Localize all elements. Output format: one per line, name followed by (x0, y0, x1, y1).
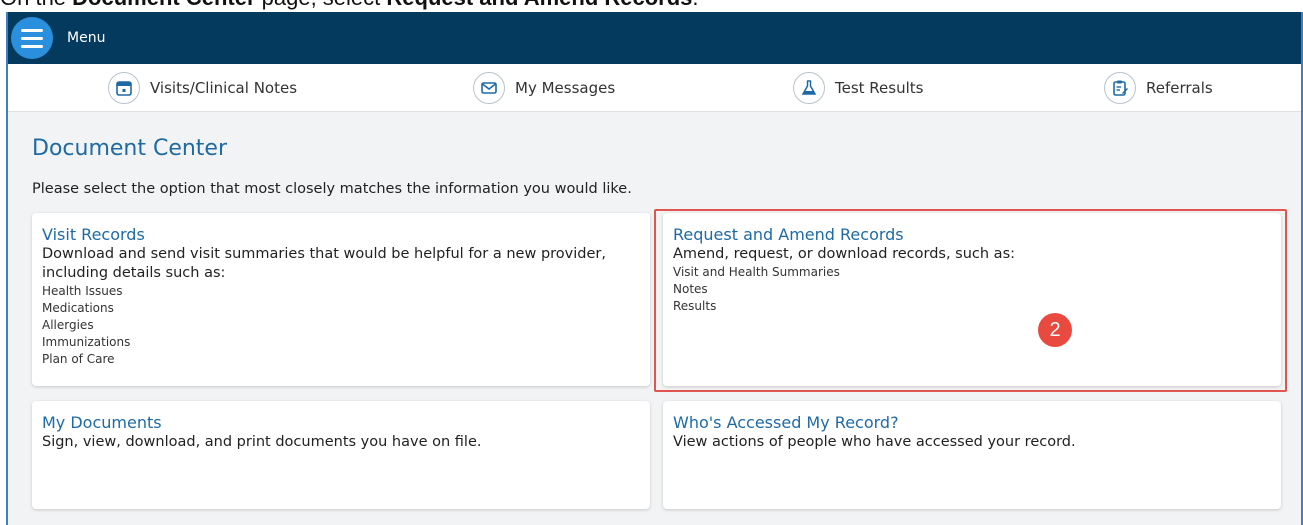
whos-accessed-card[interactable]: Who's Accessed My Record? View actions o… (663, 401, 1281, 509)
caption-suffix: . (692, 0, 698, 10)
caption-bold-option: Request and Amend Records (386, 0, 692, 10)
whos-accessed-desc: View actions of people who have accessed… (673, 434, 1076, 450)
quicknav-test-results-label: Test Results (835, 79, 924, 97)
quick-nav-bar: Visits/Clinical Notes My Messages Test R… (8, 64, 1301, 112)
quicknav-test-results[interactable]: Test Results (793, 64, 923, 112)
quicknav-visits[interactable]: Visits/Clinical Notes (108, 64, 297, 112)
quicknav-referrals-label: Referrals (1146, 79, 1213, 97)
page-instruction: Please select the option that most close… (32, 181, 632, 197)
hamburger-icon-line (21, 36, 43, 40)
quicknav-visits-label: Visits/Clinical Notes (150, 79, 298, 97)
my-documents-desc: Sign, view, download, and print document… (42, 434, 482, 450)
calendar-icon (108, 72, 140, 104)
list-item: Immunizations (42, 335, 131, 349)
caption-bold-page: Document Center (72, 0, 255, 10)
hamburger-icon-line (21, 28, 43, 32)
top-header: Menu (8, 12, 1301, 64)
visit-records-title[interactable]: Visit Records (42, 225, 640, 245)
menu-label[interactable]: Menu (67, 30, 105, 46)
my-documents-title[interactable]: My Documents (42, 413, 640, 433)
visit-records-card[interactable]: Visit Records Download and send visit su… (32, 213, 650, 386)
instruction-caption: On the Document Center page, select Requ… (0, 0, 699, 9)
caption-middle: page, select (256, 0, 387, 10)
list-item: Health Issues (42, 284, 123, 298)
highlight-box (654, 209, 1287, 392)
quicknav-messages-label: My Messages (515, 79, 616, 97)
envelope-icon (473, 72, 505, 104)
list-item: Allergies (42, 318, 94, 332)
page-title: Document Center (32, 136, 228, 161)
whos-accessed-title[interactable]: Who's Accessed My Record? (673, 413, 1271, 433)
hamburger-menu-button[interactable] (11, 17, 53, 59)
list-item: Plan of Care (42, 352, 115, 366)
quicknav-referrals[interactable]: Referrals (1104, 64, 1213, 112)
visit-records-list: Health Issues Medications Allergies Immu… (42, 283, 640, 368)
flask-icon (793, 72, 825, 104)
caption-prefix: On the (0, 0, 72, 10)
app-frame: Menu Visits/Clinical Notes My Messages T… (6, 12, 1303, 525)
my-documents-card[interactable]: My Documents Sign, view, download, and p… (32, 401, 650, 509)
step-number-badge: 2 (1038, 313, 1072, 347)
quicknav-messages[interactable]: My Messages (473, 64, 615, 112)
clipboard-icon (1104, 72, 1136, 104)
list-item: Medications (42, 301, 114, 315)
visit-records-desc: Download and send visit summaries that w… (42, 246, 606, 281)
hamburger-icon-line (21, 44, 43, 48)
